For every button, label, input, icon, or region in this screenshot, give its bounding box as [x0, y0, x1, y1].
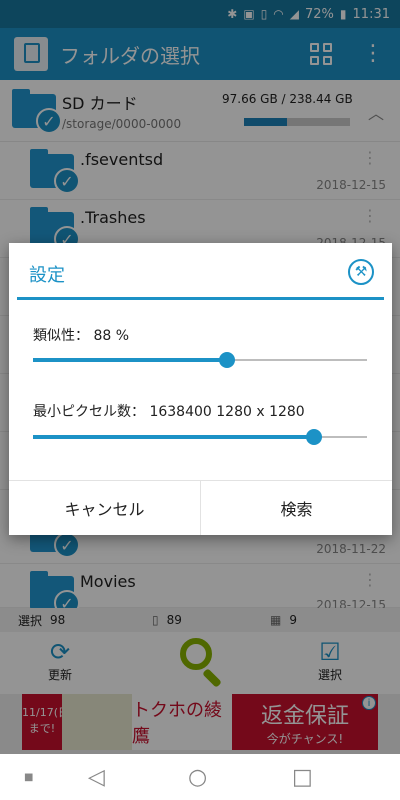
square-dot-icon[interactable]: ■: [24, 772, 33, 783]
home-icon[interactable]: ○: [188, 765, 207, 790]
settings-dialog: 設定 ⚒ 類似性： 88 % 最小ピクセル数： 1638400 1280 x 1…: [9, 243, 392, 535]
slider-fill: [33, 358, 228, 362]
similarity-label: 類似性： 88 %: [33, 328, 130, 344]
similarity-slider[interactable]: [33, 350, 367, 370]
dialog-actions: キャンセル 検索: [9, 480, 392, 535]
min-pixels-label: 最小ピクセル数： 1638400 1280 x 1280: [33, 404, 305, 420]
slider-thumb[interactable]: [305, 429, 322, 445]
back-icon[interactable]: ◁: [88, 765, 105, 790]
dialog-title: 設定: [29, 265, 65, 286]
wrench-icon[interactable]: ⚒: [348, 259, 374, 285]
slider-thumb[interactable]: [219, 352, 236, 368]
system-nav-bar: ■ ◁ ○ □: [0, 754, 400, 800]
slider-fill: [33, 435, 314, 439]
recents-icon[interactable]: □: [292, 765, 313, 790]
dialog-divider: [17, 297, 384, 300]
cancel-button[interactable]: キャンセル: [9, 481, 200, 535]
search-button[interactable]: 検索: [200, 481, 392, 535]
min-pixels-slider[interactable]: [33, 427, 367, 447]
